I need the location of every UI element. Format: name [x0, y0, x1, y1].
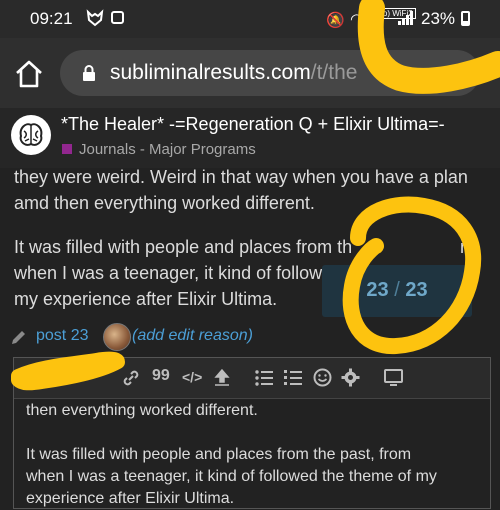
status-bar: 09:21 🔕 ◠ Vo) WiFi2 23%: [0, 0, 500, 38]
mute-icon: 🔕: [326, 12, 345, 29]
code-button[interactable]: </>: [182, 369, 202, 385]
composer-line: It was filled with people and places fro…: [26, 446, 412, 463]
composer-line: then everything worked different.: [26, 402, 258, 419]
signal-icon: [398, 11, 413, 25]
category-link[interactable]: Journals - Major Programs: [79, 141, 256, 158]
bullet-list-icon[interactable]: [255, 369, 273, 387]
firefox-icon: [86, 9, 104, 27]
brain-logo-icon[interactable]: [10, 114, 52, 156]
numbered-list-icon[interactable]: [284, 369, 302, 387]
progress-total: 23: [405, 279, 428, 301]
gear-icon[interactable]: [341, 368, 360, 387]
progress-separator: /: [394, 279, 400, 301]
topic-header: *The Healer* -=Regeneration Q + Elixir U…: [0, 108, 500, 168]
avatar[interactable]: [103, 323, 131, 351]
edit-reason-link[interactable]: (add edit reason): [132, 327, 253, 345]
post-line: they were weird. Weird in that way when …: [14, 167, 468, 187]
wifi-icon: ◠: [350, 11, 364, 28]
battery-icon: [461, 11, 470, 26]
pencil-icon: [12, 331, 25, 344]
lock-icon: [83, 65, 95, 81]
composer-textarea[interactable]: then everything worked different. It was…: [26, 400, 437, 510]
composer-line: [26, 422, 437, 444]
preview-toggle-icon[interactable]: [384, 369, 403, 387]
link-icon[interactable]: [122, 369, 140, 387]
browser-toolbar: subliminalresults.com/t/the: [0, 38, 500, 108]
emoji-icon[interactable]: [313, 368, 332, 387]
topic-title[interactable]: *The Healer* -=Regeneration Q + Elixir U…: [61, 114, 445, 135]
post-line: It was filled with people and places fro…: [14, 237, 475, 257]
battery-percent: 23%: [421, 9, 456, 28]
upload-icon[interactable]: [213, 368, 231, 388]
post-paragraph: they were weird. Weird in that way when …: [14, 164, 494, 216]
notification-app-icon: [111, 11, 124, 24]
clock: 09:21: [30, 9, 73, 28]
post-number-link[interactable]: post 23: [36, 327, 88, 345]
progress-current: 23: [366, 279, 389, 301]
address-bar[interactable]: subliminalresults.com/t/the: [60, 50, 480, 96]
composer-line: experience after Elixir Ultima.: [26, 490, 235, 507]
url-text: subliminalresults.com/t/the: [110, 61, 358, 84]
quote-button[interactable]: 99: [152, 367, 170, 385]
composer-line: when I was a teenager, it kind of follow…: [26, 468, 437, 485]
home-icon[interactable]: [14, 59, 44, 89]
post-footer: post 23 (add edit reason): [10, 323, 500, 351]
post-line: amd then everything worked different.: [14, 193, 315, 213]
composer-toolbar: 99 </>: [14, 358, 490, 399]
topic-progress[interactable]: 23 / 23: [322, 265, 472, 317]
composer: 99 </> then everything worked different.…: [13, 357, 491, 509]
category-color-badge: [62, 144, 72, 154]
